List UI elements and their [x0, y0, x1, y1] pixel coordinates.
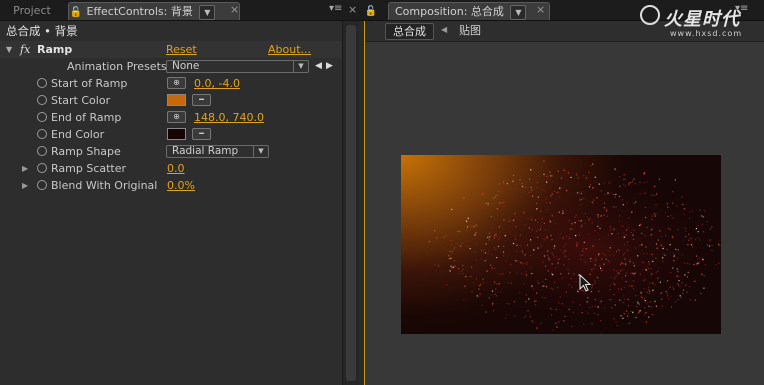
- particle-noise: [428, 160, 721, 334]
- panel-menu-icon[interactable]: ▾≡: [329, 3, 342, 14]
- stopwatch-icon[interactable]: [37, 95, 47, 105]
- property-row-ramp-scatter: ▶ Ramp Scatter 0.0: [0, 160, 342, 177]
- chevron-down-icon[interactable]: ▼: [510, 4, 527, 20]
- tab-effect-controls-label: EffectControls: 背景: [86, 5, 193, 18]
- vertical-scrollbar[interactable]: [342, 21, 359, 385]
- expand-triangle-icon[interactable]: ▶: [22, 160, 28, 177]
- crosshair-icon[interactable]: ⊕: [167, 111, 186, 123]
- stopwatch-icon[interactable]: [37, 146, 47, 156]
- property-row-start-color: Start Color ━: [0, 92, 342, 109]
- property-label: Ramp Shape: [51, 145, 121, 158]
- mouse-cursor-icon: [579, 274, 592, 292]
- effect-name: Ramp: [37, 43, 73, 56]
- chevron-down-icon[interactable]: ▼: [199, 4, 216, 20]
- property-row-ramp-shape: Ramp Shape Radial Ramp ▼: [0, 143, 342, 160]
- composition-panel: 总合成 ◀ 贴图: [364, 21, 764, 385]
- end-color-swatch[interactable]: [167, 128, 186, 140]
- left-tab-bar: Project 🔓 EffectControls: 背景 ▼ × ▾≡ ×: [0, 0, 358, 21]
- layer-breadcrumb[interactable]: 贴图: [459, 23, 481, 38]
- property-label: Blend With Original: [51, 179, 158, 192]
- eyedropper-icon[interactable]: ━: [192, 94, 211, 106]
- ramp-scatter-value[interactable]: 0.0: [167, 160, 185, 177]
- crosshair-icon[interactable]: ⊕: [167, 77, 186, 89]
- property-label: Start of Ramp: [51, 77, 128, 90]
- ramp-shape-select[interactable]: Radial Ramp ▼: [166, 145, 269, 158]
- lock-icon[interactable]: 🔓: [69, 4, 83, 21]
- stopwatch-icon[interactable]: [37, 129, 47, 139]
- property-row-start-of-ramp: Start of Ramp ⊕ 0.0, -4.0: [0, 75, 342, 92]
- scrollbar-thumb[interactable]: [346, 25, 356, 381]
- stopwatch-icon[interactable]: [37, 180, 47, 190]
- effect-header: ▼ fx Ramp Reset About...: [0, 41, 342, 58]
- property-row-blend-with-original: ▶ Blend With Original 0.0%: [0, 177, 342, 194]
- watermark-title: 火星时代: [664, 9, 740, 30]
- stopwatch-icon[interactable]: [37, 163, 47, 173]
- about-link[interactable]: About...: [268, 41, 311, 58]
- animation-presets-row: Animation Presets: None ▼ ◀ ▶: [0, 58, 342, 75]
- logo-mark-icon: [640, 5, 660, 25]
- reset-link[interactable]: Reset: [166, 41, 197, 58]
- expand-triangle-icon[interactable]: ▶: [22, 177, 28, 194]
- presets-select[interactable]: None ▼: [166, 60, 309, 73]
- prev-preset-icon[interactable]: ◀: [315, 58, 322, 75]
- start-color-swatch[interactable]: [167, 94, 186, 106]
- eyedropper-icon[interactable]: ━: [192, 128, 211, 140]
- next-preset-icon[interactable]: ▶: [326, 58, 333, 75]
- watermark-logo: 火星时代 www.hxsd.com: [640, 5, 760, 45]
- stopwatch-icon[interactable]: [37, 112, 47, 122]
- fx-icon[interactable]: fx: [20, 41, 30, 58]
- presets-value: None: [172, 60, 200, 72]
- composition-frame[interactable]: [401, 155, 721, 334]
- tab-project[interactable]: Project: [4, 2, 60, 19]
- tab-composition-label: Composition: 总合成: [395, 5, 504, 18]
- end-of-ramp-value[interactable]: 148.0, 740.0: [194, 109, 264, 126]
- chevron-down-icon: ▼: [253, 146, 268, 157]
- lock-icon[interactable]: 🔓: [364, 2, 384, 19]
- property-label: End of Ramp: [51, 111, 122, 124]
- expand-triangle-icon[interactable]: ▼: [6, 41, 12, 58]
- ramp-shape-value: Radial Ramp: [172, 145, 239, 157]
- tab-composition[interactable]: Composition: 总合成 ▼: [388, 2, 550, 20]
- tab-effect-controls[interactable]: 🔓 EffectControls: 背景 ▼: [68, 2, 240, 20]
- property-label: End Color: [51, 128, 105, 141]
- arrow-left-icon: ◀: [441, 25, 448, 34]
- blend-value[interactable]: 0.0%: [167, 177, 195, 194]
- start-of-ramp-value[interactable]: 0.0, -4.0: [194, 75, 240, 92]
- property-row-end-color: End Color ━: [0, 126, 342, 143]
- effect-controls-panel: 总合成 • 背景 ▼ fx Ramp Reset About... Animat…: [0, 21, 358, 385]
- close-icon[interactable]: ×: [536, 3, 545, 16]
- property-label: Start Color: [51, 94, 111, 107]
- chevron-down-icon: ▼: [293, 61, 308, 72]
- presets-label: Animation Presets:: [67, 60, 171, 73]
- close-icon[interactable]: ×: [348, 3, 357, 16]
- breadcrumb: 总合成 • 背景: [6, 24, 78, 38]
- close-icon[interactable]: ×: [230, 3, 239, 16]
- composition-viewer[interactable]: [365, 42, 764, 385]
- property-row-end-of-ramp: End of Ramp ⊕ 148.0, 740.0: [0, 109, 342, 126]
- property-label: Ramp Scatter: [51, 162, 127, 175]
- watermark-url: www.hxsd.com: [670, 29, 743, 38]
- stopwatch-icon[interactable]: [37, 78, 47, 88]
- comp-breadcrumb-button[interactable]: 总合成: [385, 23, 434, 40]
